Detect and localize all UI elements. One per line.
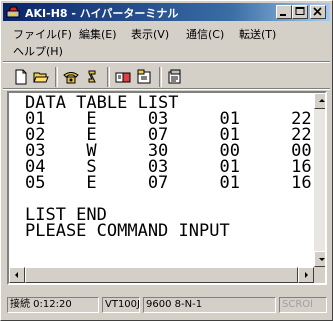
menu-call[interactable]: 通信(C) xyxy=(184,25,226,43)
menu-bar: ファイル(F) 編集(E) 表示(V) 通信(C) 転送(T) ヘルプ(H) xyxy=(3,22,330,60)
terminal-text-area[interactable]: DATA TABLE LIST 01 E 03 01 22 02 E 07 01… xyxy=(25,95,312,272)
hyperterminal-window: AKI-H8 - ハイパーターミナル ファイル(F) 編集(E) 表示(V) 通… xyxy=(0,0,333,321)
receive-icon[interactable] xyxy=(134,67,154,87)
toolbar xyxy=(3,64,330,88)
vertical-scrollbar[interactable] xyxy=(314,93,325,267)
terminal-line: PLEASE COMMAND INPUT xyxy=(25,221,230,241)
menu-edit[interactable]: 編集(E) xyxy=(77,25,119,43)
horizontal-scrollbar[interactable] xyxy=(9,267,314,283)
terminal-line: 05 E 07 01 16 xyxy=(25,173,312,193)
send-icon[interactable] xyxy=(113,67,133,87)
toolbar-separator xyxy=(55,67,58,87)
toolbar-separator-line xyxy=(3,88,330,90)
properties-icon[interactable] xyxy=(165,67,185,87)
menu-view[interactable]: 表示(V) xyxy=(129,25,171,43)
status-port-settings: 9600 8-N-1 xyxy=(143,297,276,313)
scrollbar-corner xyxy=(314,267,325,283)
title-bar[interactable]: AKI-H8 - ハイパーターミナル xyxy=(3,3,330,21)
open-folder-icon[interactable] xyxy=(31,67,51,87)
status-bar: 接続 0:12:20 VT100J 9600 8-N-1 SCROl xyxy=(3,295,330,315)
maximize-button[interactable] xyxy=(292,5,308,19)
scroll-left-button[interactable] xyxy=(9,267,25,283)
hyperterminal-app-icon[interactable] xyxy=(6,5,21,19)
horizontal-scroll-thumb[interactable] xyxy=(25,267,298,283)
connect-phone-icon[interactable] xyxy=(61,67,81,87)
status-scroll: SCROl xyxy=(279,297,327,313)
scroll-right-button[interactable] xyxy=(298,267,314,283)
minimize-button[interactable] xyxy=(276,5,292,19)
toolbar-separator-3 xyxy=(159,67,162,87)
status-emulation: VT100J xyxy=(102,297,140,313)
close-button[interactable] xyxy=(310,5,326,19)
toolbar-separator-2 xyxy=(107,67,110,87)
scroll-down-button[interactable] xyxy=(314,251,325,267)
menu-separator xyxy=(3,61,330,63)
menu-file[interactable]: ファイル(F) xyxy=(11,25,74,43)
window-title: AKI-H8 - ハイパーターミナル xyxy=(25,7,179,20)
terminal-screen[interactable]: DATA TABLE LIST 01 E 03 01 22 02 E 07 01… xyxy=(7,91,327,285)
menu-transfer[interactable]: 転送(T) xyxy=(237,25,278,43)
scroll-up-button[interactable] xyxy=(314,93,325,109)
new-document-icon[interactable] xyxy=(11,67,31,87)
disconnect-phone-icon[interactable] xyxy=(82,67,102,87)
menu-help[interactable]: ヘルプ(H) xyxy=(11,42,65,60)
status-connection-time: 接続 0:12:20 xyxy=(7,297,99,313)
